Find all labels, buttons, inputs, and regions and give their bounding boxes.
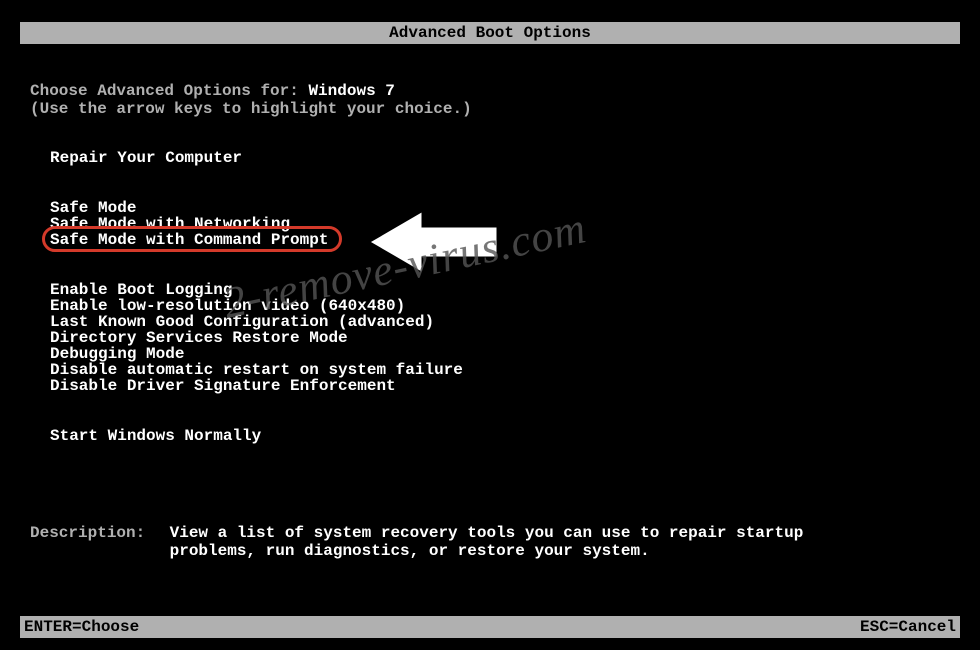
menu-item-ds-restore-mode[interactable]: Directory Services Restore Mode: [50, 330, 463, 346]
menu-item-label: Safe Mode with Command Prompt: [50, 231, 328, 249]
boot-menu: Repair Your Computer Safe Mode Safe Mode…: [50, 150, 463, 444]
menu-item-disable-auto-restart[interactable]: Disable automatic restart on system fail…: [50, 362, 463, 378]
menu-item-enable-boot-logging[interactable]: Enable Boot Logging: [50, 282, 463, 298]
footer-enter-hint: ENTER=Choose: [24, 616, 139, 638]
menu-item-start-normally[interactable]: Start Windows Normally: [50, 428, 463, 444]
description-label: Description:: [30, 524, 160, 542]
os-name: Windows 7: [308, 82, 394, 100]
menu-item-repair-your-computer[interactable]: Repair Your Computer: [50, 150, 463, 166]
title-bar: Advanced Boot Options: [20, 22, 960, 44]
menu-item-safe-mode[interactable]: Safe Mode: [50, 200, 463, 216]
menu-item-safe-mode-networking[interactable]: Safe Mode with Networking: [50, 216, 463, 232]
prompt-line: Choose Advanced Options for: Windows 7: [30, 82, 395, 100]
footer-esc-hint: ESC=Cancel: [860, 616, 956, 638]
menu-item-debugging-mode[interactable]: Debugging Mode: [50, 346, 463, 362]
instructions: (Use the arrow keys to highlight your ch…: [30, 100, 472, 118]
description-text: View a list of system recovery tools you…: [170, 524, 870, 560]
menu-item-safe-mode-command-prompt[interactable]: Safe Mode with Command Prompt: [50, 232, 463, 248]
footer-bar: ENTER=Choose ESC=Cancel: [20, 616, 960, 638]
menu-item-low-res-video[interactable]: Enable low-resolution video (640x480): [50, 298, 463, 314]
page-title: Advanced Boot Options: [389, 24, 591, 42]
prompt-prefix: Choose Advanced Options for:: [30, 82, 308, 100]
menu-item-disable-driver-sig[interactable]: Disable Driver Signature Enforcement: [50, 378, 463, 394]
description-block: Description: View a list of system recov…: [30, 524, 870, 560]
menu-item-last-known-good[interactable]: Last Known Good Configuration (advanced): [50, 314, 463, 330]
